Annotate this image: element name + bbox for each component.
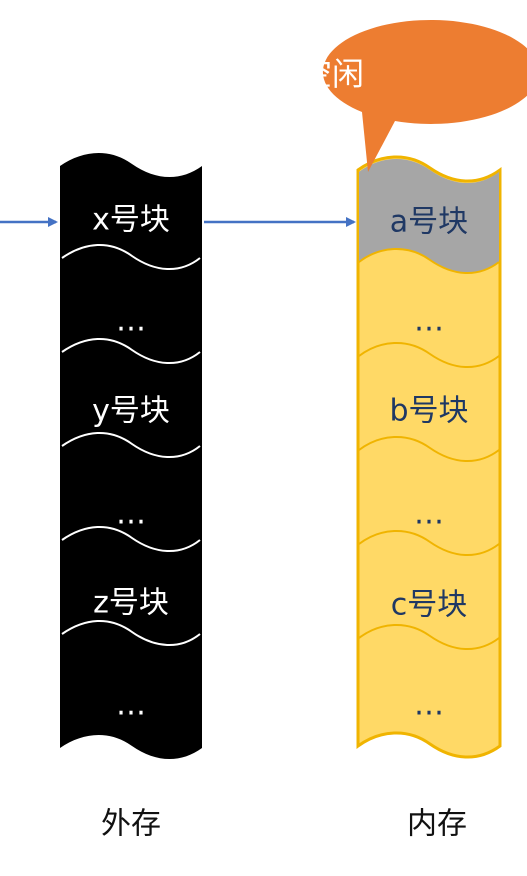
internal-block-label: … (414, 497, 444, 532)
external-block-label: … (116, 304, 146, 339)
free-callout: 空闲 (300, 19, 527, 172)
diagram-canvas: x号块 … y号块 … z号块 … a号块 … b号块 … c号块 … 空闲 外… (0, 19, 527, 842)
internal-block-label: … (414, 304, 444, 339)
internal-storage-column: a号块 … b号块 … c号块 … (356, 155, 502, 759)
internal-storage-caption: 内存 (407, 807, 467, 842)
external-storage-column: x号块 … y号块 … z号块 … (60, 152, 202, 760)
external-block-label: … (116, 688, 146, 723)
internal-block-label: … (414, 688, 444, 723)
internal-block-label: c号块 (391, 588, 468, 623)
external-block-label: z号块 (93, 586, 169, 621)
callout-bubble (322, 19, 527, 172)
external-storage-caption: 外存 (101, 807, 161, 842)
storage-diagram: x号块 … y号块 … z号块 … a号块 … b号块 … c号块 … 空闲 外… (0, 0, 527, 876)
external-block-label: y号块 (92, 394, 170, 429)
external-block-label: x号块 (92, 203, 170, 238)
internal-block-label: a号块 (390, 205, 468, 240)
callout-label: 空闲 (300, 55, 364, 93)
internal-block-label: b号块 (389, 394, 468, 429)
external-block-label: … (116, 497, 146, 532)
